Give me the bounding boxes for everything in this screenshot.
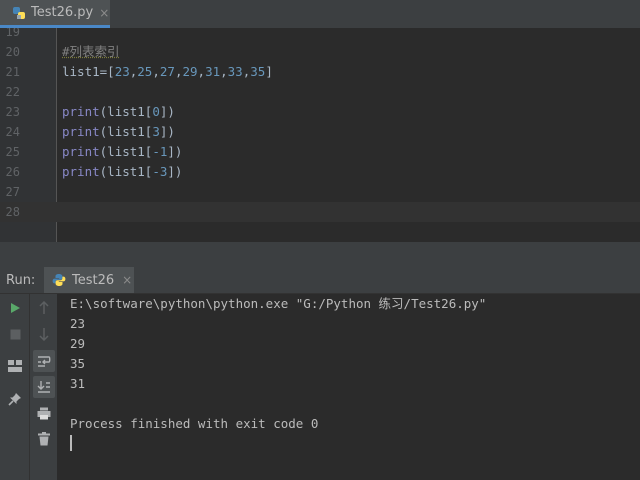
code-text: (list1[ <box>99 124 153 139</box>
code-editor[interactable]: 19 20 #列表索引 21 list1=[23,25,27,29,31,33,… <box>0 28 640 242</box>
code-text: ] <box>265 64 273 79</box>
number-literal: 27 <box>159 64 175 79</box>
pin-icon <box>8 393 21 406</box>
stop-button[interactable] <box>4 323 26 345</box>
scroll-to-end-icon <box>37 381 50 393</box>
number-literal: 3 <box>152 124 160 139</box>
editor-tab-bar: Test26.py × <box>0 0 640 29</box>
builtin-function: print <box>62 144 100 159</box>
number-literal: -1 <box>152 144 168 159</box>
close-run-tab-icon[interactable]: × <box>122 273 132 287</box>
arrow-down-icon <box>39 328 49 341</box>
code-text: (list1[ <box>99 164 153 179</box>
line-number: 28 <box>5 205 20 219</box>
line-number: 25 <box>5 145 20 159</box>
up-stack-button[interactable] <box>33 297 55 319</box>
code-line: 19 <box>0 28 640 42</box>
trash-icon <box>38 432 50 446</box>
print-button[interactable] <box>33 402 55 424</box>
run-tab-test26[interactable]: Test26 × <box>44 267 134 293</box>
console-output-line: 23 <box>70 316 86 331</box>
line-number: 24 <box>5 125 20 139</box>
run-tool-window-header: Run: Test26 × <box>0 267 640 294</box>
number-literal: 25 <box>137 64 153 79</box>
number-literal: 31 <box>205 64 221 79</box>
close-tab-icon[interactable]: × <box>99 6 109 20</box>
code-text: (list1[ <box>99 104 153 119</box>
run-tab-label: Test26 <box>72 272 115 288</box>
console-output-line: 35 <box>70 356 86 371</box>
number-literal: 29 <box>182 64 198 79</box>
number-literal: 23 <box>114 64 130 79</box>
code-line: 27 <box>0 182 640 202</box>
number-literal: 0 <box>152 104 160 119</box>
line-number: 22 <box>5 85 20 99</box>
print-icon <box>37 407 51 419</box>
code-text: ]) <box>167 144 183 159</box>
console-finish-message: Process finished with exit code 0 <box>70 416 319 431</box>
line-number: 26 <box>5 165 20 179</box>
down-stack-button[interactable] <box>33 323 55 345</box>
console-output-line: 29 <box>70 336 86 351</box>
builtin-function: print <box>62 104 100 119</box>
arrow-up-icon <box>39 301 49 314</box>
code-text: ]) <box>167 164 183 179</box>
number-literal: -3 <box>152 164 168 179</box>
soft-wrap-button[interactable] <box>33 350 55 372</box>
line-number: 20 <box>5 45 20 59</box>
code-text: ]) <box>159 124 175 139</box>
number-literal: 35 <box>250 64 266 79</box>
clear-all-button[interactable] <box>33 428 55 450</box>
builtin-function: print <box>62 164 100 179</box>
current-code-line: 28 <box>0 202 640 222</box>
run-label: Run: <box>6 273 36 288</box>
python-file-icon <box>13 6 25 19</box>
restore-layout-button[interactable] <box>4 355 26 377</box>
code-text: list1=[ <box>62 64 115 79</box>
code-line: 22 <box>0 82 640 102</box>
code-text: (list1[ <box>99 144 153 159</box>
number-literal: 33 <box>227 64 243 79</box>
line-number: 19 <box>5 28 20 39</box>
code-line: 26 print(list1[-3]) <box>0 162 640 182</box>
layout-icon <box>8 360 22 372</box>
code-line: 25 print(list1[-1]) <box>0 142 640 162</box>
rerun-button[interactable] <box>4 297 26 319</box>
comment: #列表索引 <box>62 44 120 59</box>
soft-wrap-icon <box>38 355 51 367</box>
code-line: 24 print(list1[3]) <box>0 122 640 142</box>
editor-tab-test26[interactable]: Test26.py × <box>0 0 110 28</box>
line-number: 21 <box>5 65 20 79</box>
run-toolbar-left <box>0 294 30 480</box>
play-icon <box>11 303 20 313</box>
scroll-to-end-button[interactable] <box>33 376 55 398</box>
console-output-line: 31 <box>70 376 86 391</box>
code-line: 23 print(list1[0]) <box>0 102 640 122</box>
stop-icon <box>10 329 20 339</box>
code-line: 21 list1=[23,25,27,29,31,33,35] <box>0 62 640 82</box>
console-caret <box>70 435 72 451</box>
line-number: 23 <box>5 105 20 119</box>
builtin-function: print <box>62 124 100 139</box>
run-console[interactable]: E:\software\python\python.exe "G:/Python… <box>0 294 640 480</box>
code-text: ]) <box>159 104 175 119</box>
code-line: 20 #列表索引 <box>0 42 640 62</box>
panel-divider[interactable] <box>0 242 640 267</box>
editor-tab-label: Test26.py <box>31 5 94 20</box>
python-logo-icon <box>52 274 66 286</box>
console-command-line: E:\software\python\python.exe "G:/Python… <box>70 296 487 311</box>
line-number: 27 <box>5 185 20 199</box>
run-toolbar-right <box>30 294 58 480</box>
pin-tab-button[interactable] <box>4 388 26 410</box>
